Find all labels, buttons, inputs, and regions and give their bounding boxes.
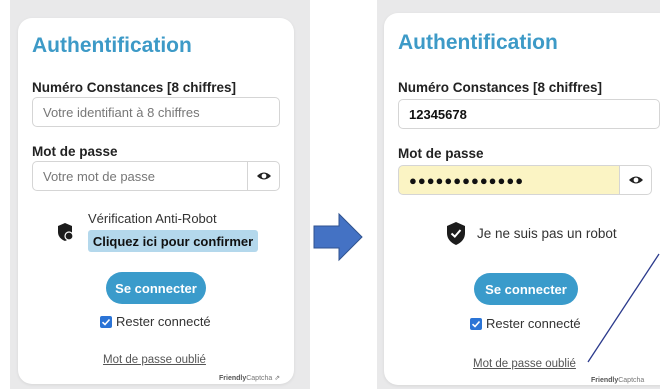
annotation-line <box>587 253 660 363</box>
